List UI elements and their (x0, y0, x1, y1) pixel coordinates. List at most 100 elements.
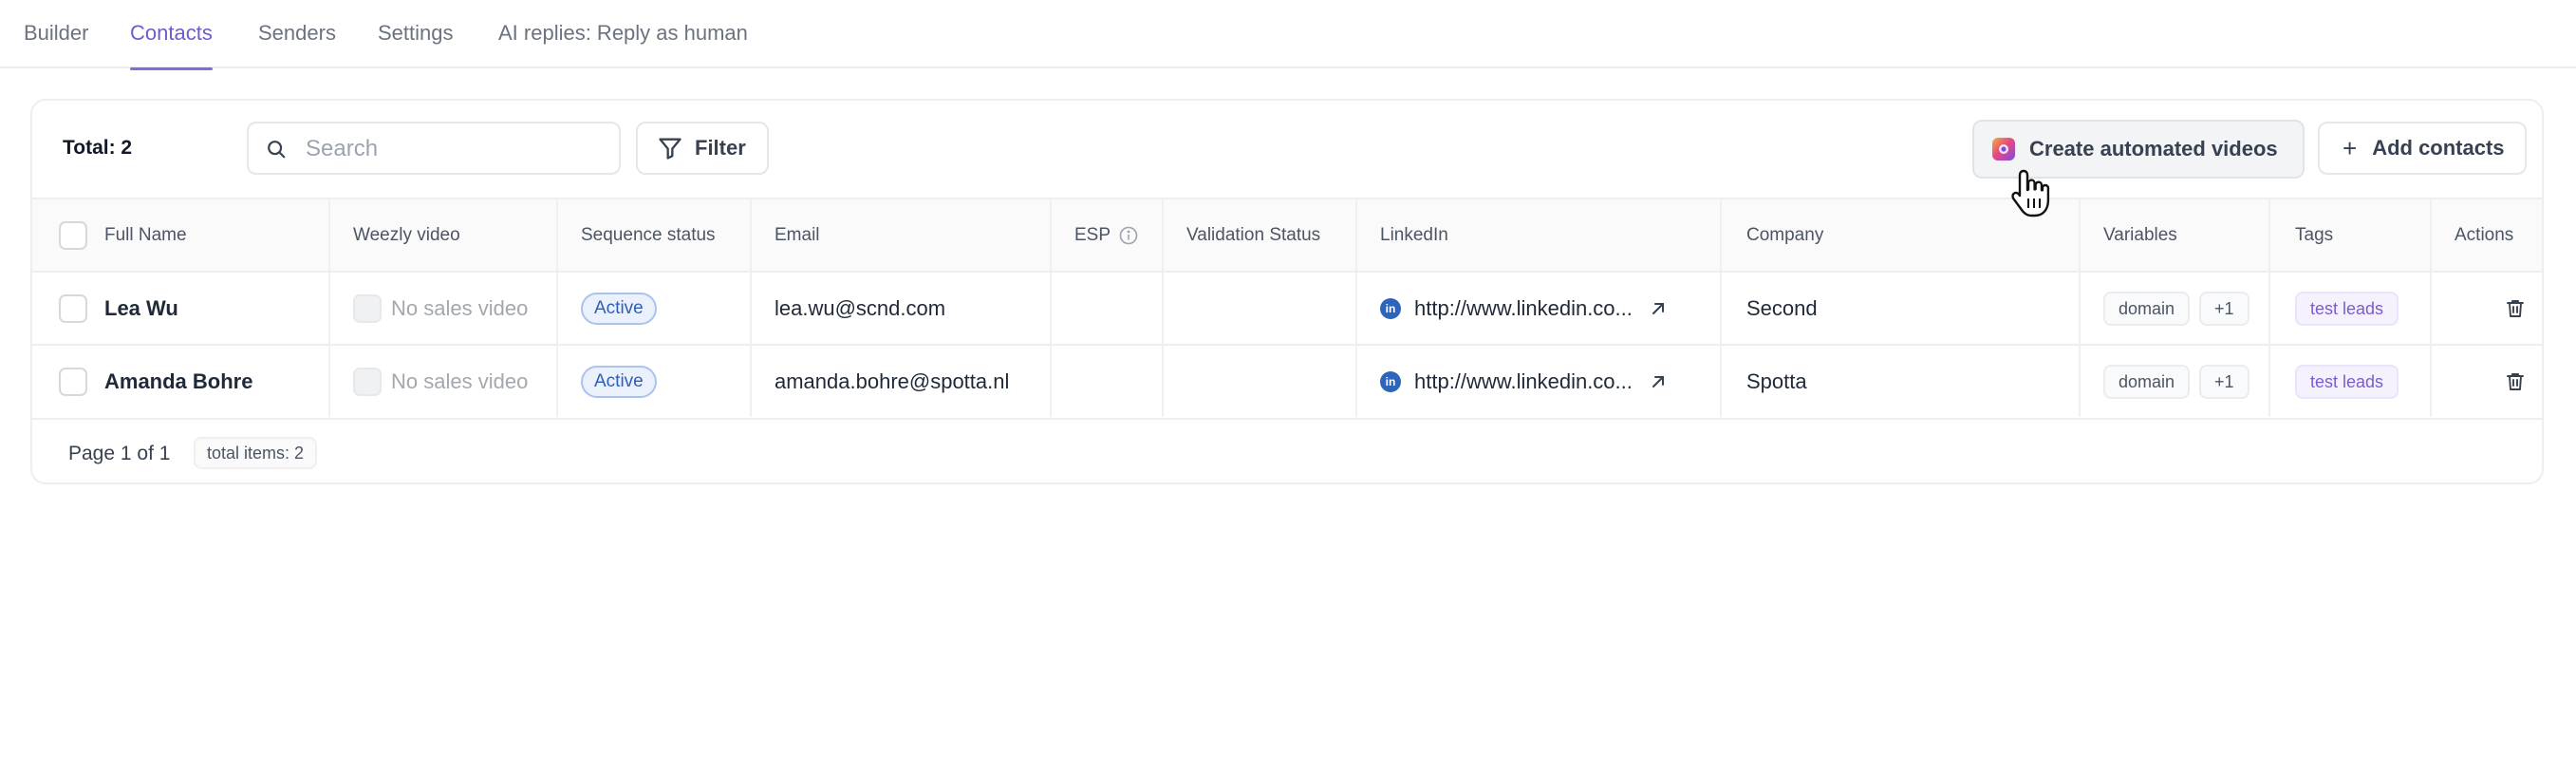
sequence-status-cell: Active (581, 273, 657, 344)
contacts-table: Full Name Weezly video Sequence status E… (32, 198, 2542, 417)
row-checkbox[interactable] (59, 293, 87, 323)
video-checkbox (353, 293, 382, 323)
column-divider (556, 273, 558, 344)
actions-cell (2504, 346, 2527, 417)
column-header-variables[interactable]: Variables (2103, 199, 2177, 271)
tab-builder[interactable]: Builder (24, 0, 88, 68)
column-header-weezly-video[interactable]: Weezly video (353, 199, 460, 271)
table-row[interactable]: Amanda Bohre No sales video Active amand… (32, 344, 2542, 417)
status-badge: Active (581, 292, 657, 325)
table-header-row: Full Name Weezly video Sequence status E… (32, 198, 2542, 271)
create-automated-videos-button[interactable]: Create automated videos (1972, 120, 2305, 179)
filter-label: Filter (695, 136, 746, 160)
filter-icon (659, 138, 681, 160)
full-name[interactable]: Amanda Bohre (104, 346, 252, 417)
column-divider (1720, 199, 1722, 271)
column-divider (1050, 199, 1052, 271)
video-status: No sales video (391, 369, 529, 393)
external-link-icon[interactable] (1650, 373, 1667, 390)
select-all-checkbox[interactable] (59, 220, 87, 250)
linkedin-cell[interactable]: in http://www.linkedin.co... (1380, 273, 1667, 344)
top-tabs: Builder Contacts Senders Settings AI rep… (0, 0, 2576, 70)
column-header-sequence-status[interactable]: Sequence status (581, 199, 716, 271)
row-checkbox-cell (59, 346, 87, 417)
full-name[interactable]: Lea Wu (104, 273, 178, 344)
column-divider (556, 346, 558, 417)
column-divider (2079, 199, 2081, 271)
variable-chip[interactable]: domain (2103, 291, 2191, 326)
column-divider (2079, 273, 2081, 344)
variables-cell: domain +1 (2103, 346, 2259, 417)
automated-videos-icon (1992, 138, 2015, 161)
search-field[interactable] (247, 122, 621, 175)
status-badge: Active (581, 365, 657, 398)
column-divider (2268, 346, 2270, 417)
column-divider (1720, 273, 1722, 344)
column-header-actions: Actions (2455, 224, 2514, 245)
add-contacts-button[interactable]: + Add contacts (2318, 122, 2527, 175)
column-divider (328, 346, 330, 417)
variable-more-chip[interactable]: +1 (2199, 364, 2249, 399)
tab-contacts[interactable]: Contacts (130, 0, 213, 70)
column-header-esp[interactable]: ESP (1074, 199, 1139, 271)
add-contacts-label: Add contacts (2372, 136, 2505, 160)
column-divider (2430, 199, 2432, 271)
row-checkbox[interactable] (59, 367, 87, 396)
row-checkbox-cell (59, 273, 87, 344)
linkedin-icon: in (1380, 370, 1401, 392)
trash-icon[interactable] (2504, 370, 2527, 393)
column-divider (1355, 273, 1357, 344)
column-divider (1050, 273, 1052, 344)
video-checkbox (353, 367, 382, 396)
company: Second (1746, 295, 1818, 320)
tag-chip[interactable]: test leads (2295, 291, 2399, 326)
column-divider (750, 346, 752, 417)
column-divider (1355, 199, 1357, 271)
variables-cell: domain +1 (2103, 273, 2259, 344)
column-divider (1050, 346, 1052, 417)
column-divider (2430, 273, 2432, 344)
total-count: Total: 2 (63, 137, 133, 159)
tab-ai-replies[interactable]: AI replies: Reply as human (498, 0, 748, 68)
column-header-tags[interactable]: Tags (2295, 199, 2333, 271)
column-divider (750, 199, 752, 271)
column-divider (2079, 346, 2081, 417)
column-header-full-name[interactable]: Full Name (104, 199, 187, 271)
variable-chip[interactable]: domain (2103, 364, 2191, 399)
sequence-status-cell: Active (581, 346, 657, 417)
weezly-video-cell: No sales video (353, 346, 528, 417)
select-all-checkbox-cell (59, 199, 87, 271)
tab-settings[interactable]: Settings (378, 0, 454, 68)
tab-senders[interactable]: Senders (258, 0, 336, 68)
external-link-icon[interactable] (1650, 300, 1667, 317)
actions-cell (2504, 273, 2527, 344)
column-header-validation-status[interactable]: Validation Status (1186, 199, 1320, 271)
search-input[interactable] (304, 131, 607, 167)
column-divider (1720, 346, 1722, 417)
linkedin-cell[interactable]: in http://www.linkedin.co... (1380, 346, 1667, 417)
table-row[interactable]: Lea Wu No sales video Active lea.wu@scnd… (32, 271, 2542, 344)
linkedin-icon: in (1380, 297, 1401, 319)
esp-header-label: ESP (1074, 224, 1111, 245)
video-status: No sales video (391, 295, 529, 320)
tag-chip[interactable]: test leads (2295, 364, 2399, 399)
column-divider (328, 273, 330, 344)
column-header-linkedin[interactable]: LinkedIn (1380, 199, 1448, 271)
info-icon[interactable] (1118, 225, 1139, 246)
column-divider (2268, 199, 2270, 271)
column-header-email[interactable]: Email (775, 199, 820, 271)
linkedin-url[interactable]: http://www.linkedin.co... (1414, 296, 1633, 321)
column-divider (1162, 346, 1164, 417)
total-items-badge: total items: 2 (194, 437, 318, 469)
toolbar: Total: 2 Filter (32, 101, 2542, 198)
page-indicator: Page 1 of 1 (68, 443, 171, 464)
column-divider (2268, 273, 2270, 344)
column-header-company[interactable]: Company (1746, 199, 1823, 271)
email[interactable]: amanda.bohre@spotta.nl (775, 346, 1009, 417)
email[interactable]: lea.wu@scnd.com (775, 273, 945, 344)
linkedin-url[interactable]: http://www.linkedin.co... (1414, 369, 1633, 394)
variable-more-chip[interactable]: +1 (2199, 291, 2249, 326)
filter-button[interactable]: Filter (636, 122, 769, 175)
plus-icon: + (2343, 133, 2358, 162)
trash-icon[interactable] (2504, 297, 2527, 320)
